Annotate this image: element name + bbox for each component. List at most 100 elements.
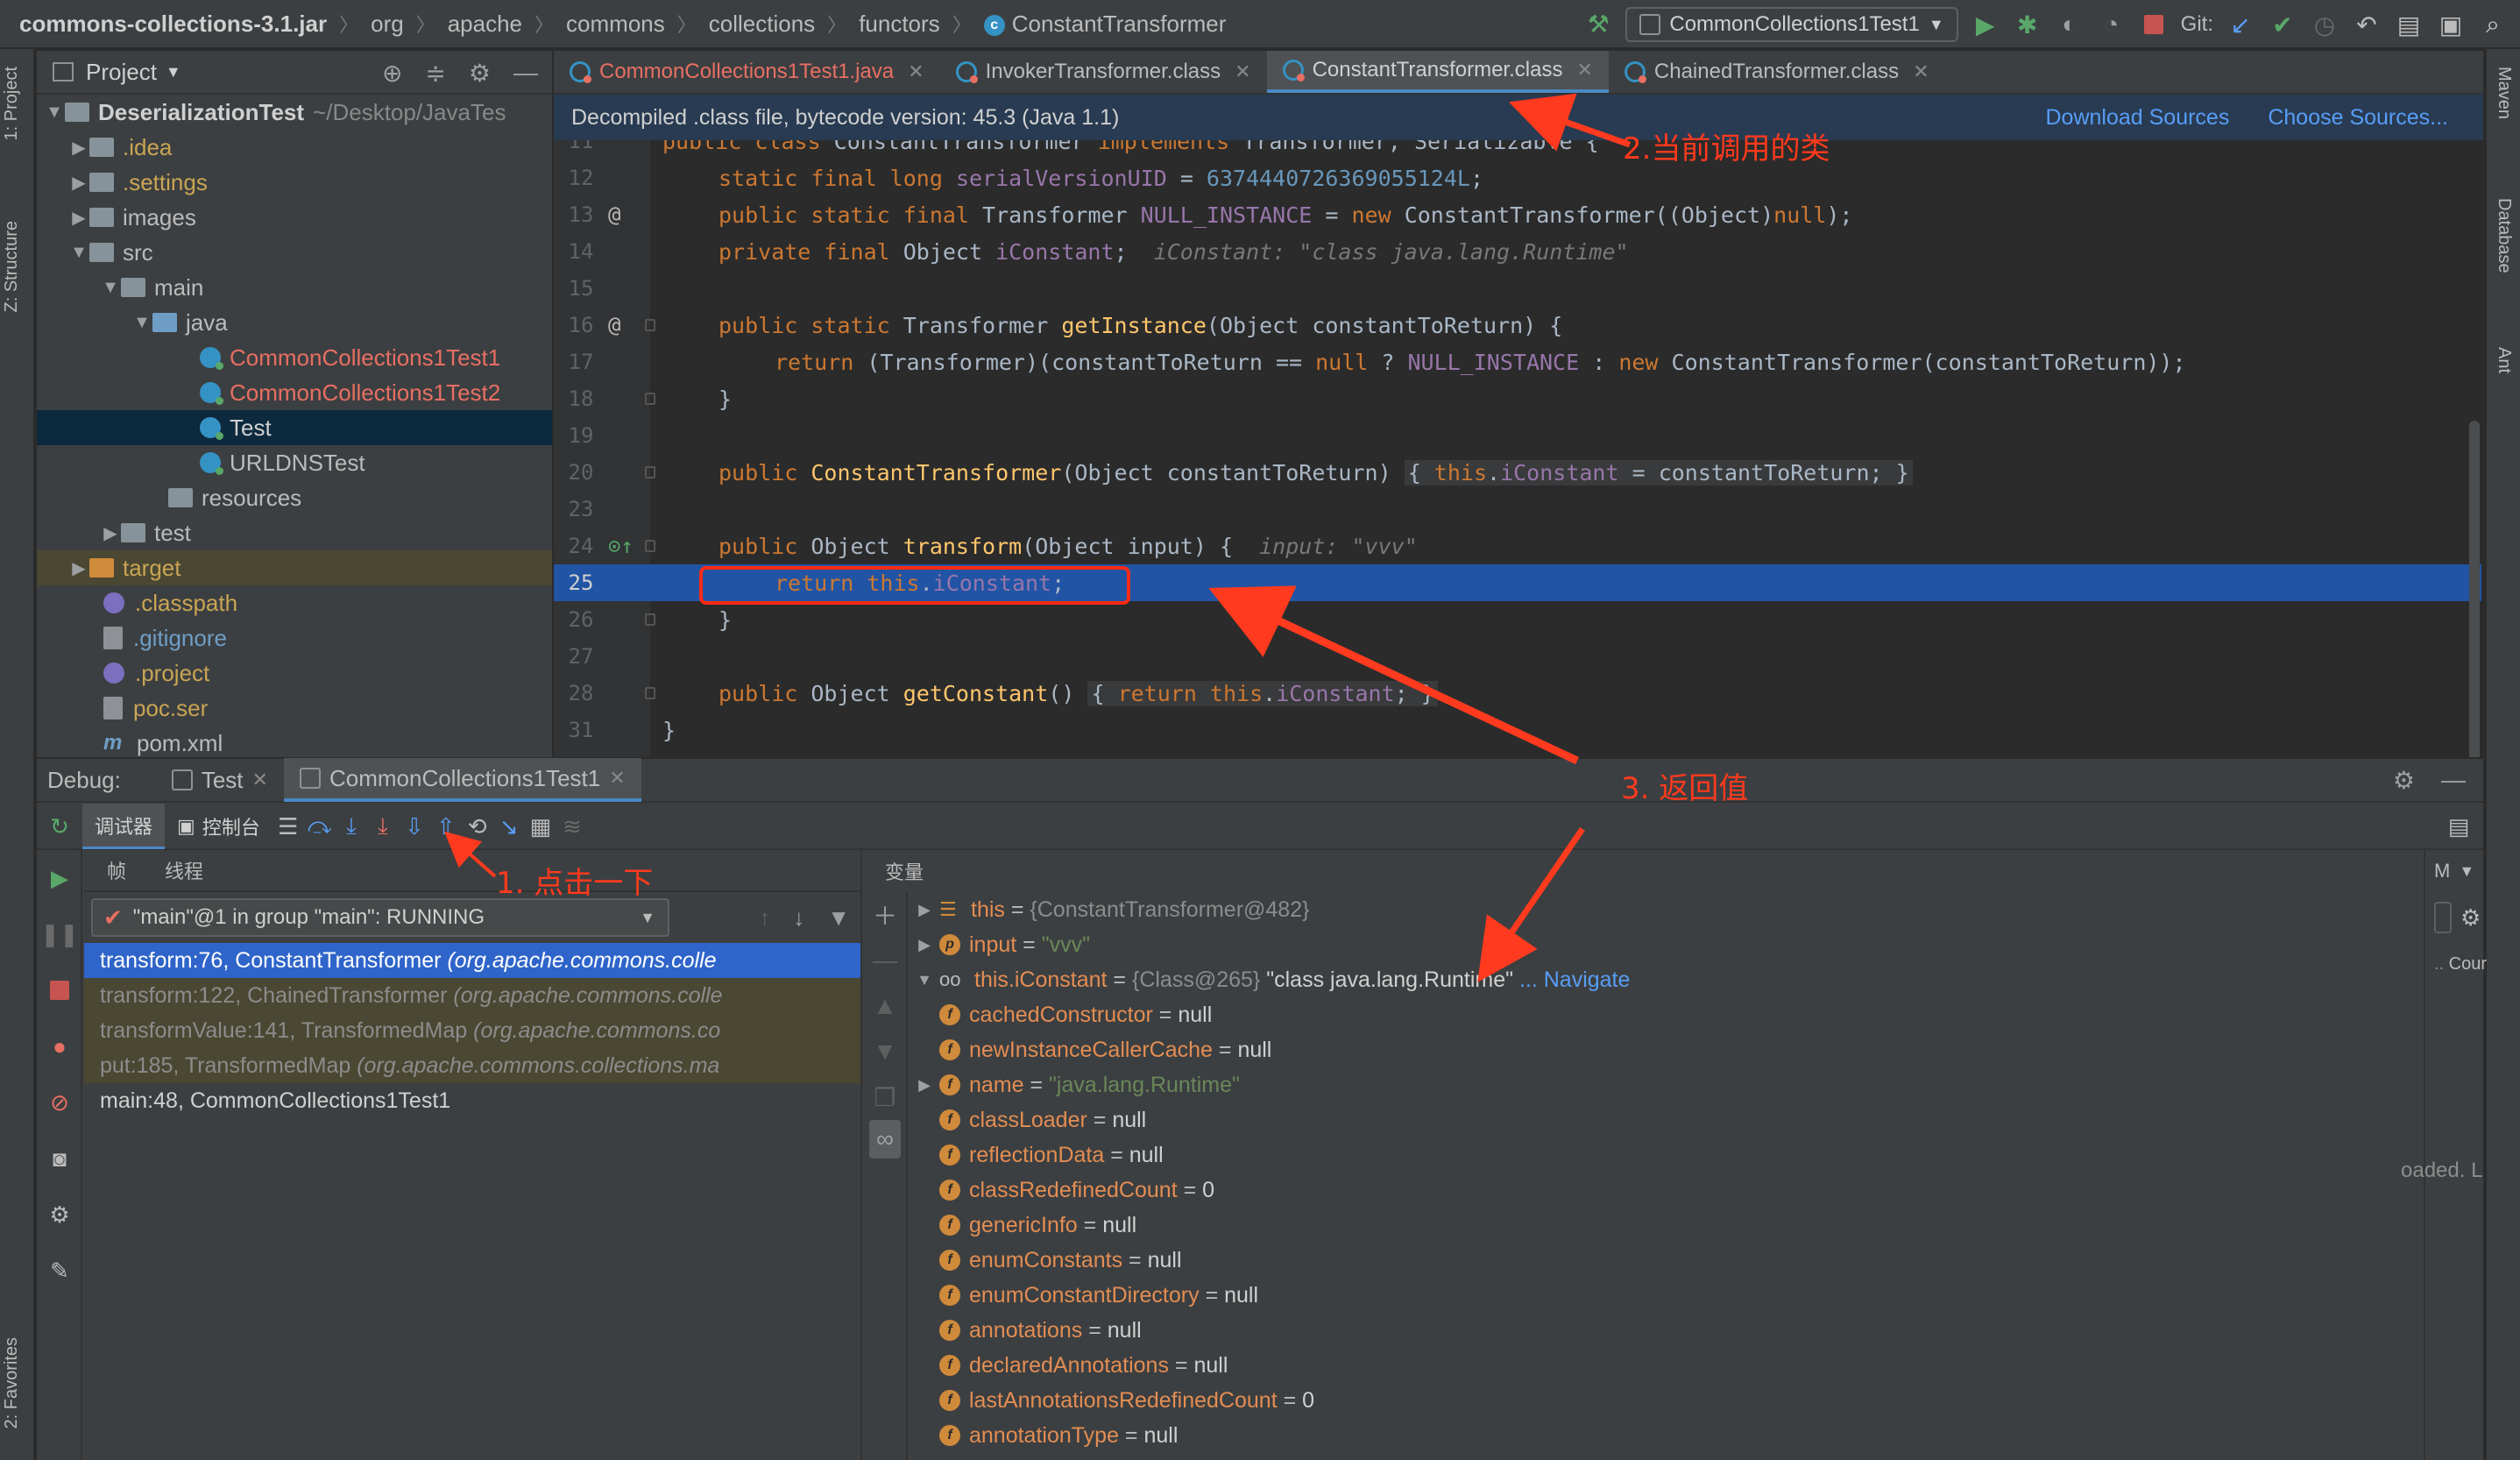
collapsed-arrow-icon[interactable]: ▶ — [910, 1076, 939, 1095]
evaluate-expression-icon[interactable]: ▦ — [525, 811, 556, 842]
terminal-icon[interactable]: ▣ — [2436, 10, 2466, 39]
expanded-arrow-icon[interactable]: ▼ — [910, 971, 939, 989]
stop-icon[interactable] — [2139, 10, 2169, 39]
tree-item-gitignore[interactable]: .gitignore — [37, 620, 552, 656]
variable-row[interactable]: f lastAnnotationsRedefinedCount = 0 — [910, 1383, 2399, 1418]
tree-item-src[interactable]: ▼ src — [37, 235, 552, 270]
move-up-icon[interactable]: ▲ — [864, 983, 906, 1029]
variable-row[interactable]: ▼ oo this.iConstant = {Class@265} "class… — [910, 962, 2399, 997]
variable-row[interactable]: f genericInfo = null — [910, 1208, 2399, 1243]
mute-breakpoints-icon[interactable]: ⊘ — [37, 1074, 82, 1130]
step-over-icon[interactable]: ⤓ — [336, 811, 367, 842]
show-execution-point-icon[interactable]: ⤼ — [304, 811, 336, 842]
fold-icon[interactable] — [645, 319, 655, 331]
collapsed-arrow-icon[interactable]: ▶ — [68, 137, 89, 159]
run-icon[interactable]: ▶ — [1971, 10, 2000, 39]
expanded-arrow-icon[interactable]: ▼ — [68, 243, 89, 263]
tab-threads[interactable]: 线程 — [165, 856, 203, 884]
close-icon[interactable]: ✕ — [1576, 59, 1592, 82]
debug-tab-cc1test1[interactable]: CommonCollections1Test1 ✕ — [283, 758, 641, 802]
tree-item-images[interactable]: ▶ images — [37, 200, 552, 235]
git-commit-icon[interactable]: ✔ — [2268, 10, 2297, 39]
gear-icon[interactable]: ⚙ — [2393, 766, 2415, 795]
code-line[interactable]: 18 } — [554, 380, 2481, 417]
code-line[interactable]: 24 ⊙↑ public Object transform(Object inp… — [554, 528, 2481, 564]
breadcrumb-jar[interactable]: commons-collections-3.1.jar — [19, 11, 339, 38]
locate-file-icon[interactable]: ⊕ — [382, 59, 402, 88]
tree-item-pocser[interactable]: poc.ser — [37, 691, 552, 726]
remove-watch-icon[interactable]: — — [864, 938, 906, 983]
close-icon[interactable]: ✕ — [609, 767, 625, 790]
arrow-up-icon[interactable]: ↑ — [759, 904, 770, 932]
profile-icon[interactable]: ◔ — [2097, 10, 2127, 39]
fold-icon[interactable] — [645, 393, 655, 405]
database-tool-tab[interactable]: Database — [2494, 198, 2514, 273]
close-icon[interactable]: ✕ — [908, 60, 924, 83]
debug-bug-icon[interactable]: ✱ — [2013, 10, 2042, 39]
run-configuration-select[interactable]: CommonCollections1Test1 ▼ — [1625, 7, 1958, 42]
pin-icon[interactable]: ✎ — [37, 1243, 82, 1299]
menu-icon[interactable]: ☰ — [273, 811, 304, 842]
frame-row[interactable]: main:48, CommonCollections1Test1 — [84, 1083, 860, 1118]
download-sources-link[interactable]: Download Sources — [2045, 105, 2229, 131]
variable-row[interactable]: f newInstanceCallerCache = null — [910, 1032, 2399, 1067]
arrow-down-icon[interactable]: ↓ — [793, 904, 804, 932]
code-line[interactable]: 16 @ public static Transformer getInstan… — [554, 307, 2481, 344]
watches-glasses-icon[interactable]: ∞ — [869, 1120, 901, 1159]
structure-tool-tab[interactable]: Z: Structure — [2, 221, 22, 312]
code-line[interactable]: 12 static final long serialVersionUID = … — [554, 159, 2481, 196]
code-line[interactable]: 11 public class ConstantTransformer impl… — [554, 140, 2481, 159]
add-watch-icon[interactable]: ＋ — [864, 892, 906, 938]
frame-row[interactable]: transformValue:141, TransformedMap (org.… — [84, 1013, 860, 1048]
gear-icon[interactable]: ⚙ — [2460, 904, 2481, 932]
filter-icon[interactable]: ▼ — [827, 904, 850, 932]
breadcrumb-apache[interactable]: apache — [435, 11, 534, 38]
implements-marker-icon[interactable]: ⊙↑ — [608, 534, 634, 558]
variable-row[interactable]: f enumConstants = null — [910, 1243, 2399, 1278]
fold-icon[interactable] — [645, 540, 655, 552]
tree-item-target[interactable]: ▶ target — [37, 550, 552, 585]
tree-item-cc1test2[interactable]: CommonCollections1Test2 — [37, 375, 552, 410]
tab-frames[interactable]: 帧 — [107, 856, 126, 884]
code-line[interactable]: 31 } — [554, 712, 2481, 748]
tab-invoker-transformer[interactable]: InvokerTransformer.class ✕ — [940, 51, 1267, 93]
variable-row[interactable]: f reflectionData = null — [910, 1138, 2399, 1173]
breadcrumb-org[interactable]: org — [358, 11, 416, 38]
chevron-down-icon[interactable]: ▼ — [166, 63, 181, 82]
tab-constant-transformer[interactable]: ConstantTransformer.class ✕ — [1266, 51, 1609, 93]
variable-row[interactable]: ▶ ☰ this = {ConstantTransformer@482} — [910, 892, 2399, 927]
code-line[interactable]: 26 } — [554, 601, 2481, 638]
navigate-link[interactable]: ... Navigate — [1519, 967, 1630, 993]
tree-item-java[interactable]: ▼ java — [37, 305, 552, 340]
variable-row[interactable]: ▶ f name = "java.lang.Runtime" — [910, 1067, 2399, 1102]
variable-row[interactable]: f classLoader = null — [910, 1102, 2399, 1138]
expanded-arrow-icon[interactable]: ▼ — [100, 278, 121, 298]
collapsed-arrow-icon[interactable]: ▶ — [100, 522, 121, 544]
code-line[interactable]: 13 @ public static final Transformer NUL… — [554, 196, 2481, 233]
project-structure-icon[interactable]: ▤ — [2394, 10, 2424, 39]
memory-search-field[interactable] — [2434, 902, 2452, 933]
run-to-cursor-icon[interactable]: ↘ — [493, 811, 525, 842]
step-into-icon[interactable]: ⤓ — [367, 811, 399, 842]
breadcrumb-class[interactable]: c ConstantTransformer — [972, 11, 1239, 38]
build-hammer-icon[interactable]: ⚒ — [1583, 10, 1613, 39]
code-line[interactable]: 28 public Object getConstant() { return … — [554, 675, 2481, 712]
copy-icon[interactable]: ❐ — [864, 1074, 906, 1120]
favorites-tool-tab[interactable]: 2: Favorites — [2, 1337, 22, 1428]
variable-row[interactable]: ▶ p input = "vvv" — [910, 927, 2399, 962]
coverage-icon[interactable]: ◐ — [2055, 10, 2085, 39]
gear-icon[interactable]: ⚙ — [37, 1187, 82, 1243]
close-icon[interactable]: ✕ — [1235, 60, 1250, 83]
tab-console[interactable]: ▣ 控制台 — [165, 804, 273, 849]
variable-row[interactable]: f enumConstantDirectory = null — [910, 1278, 2399, 1313]
git-update-icon[interactable]: ↙ — [2226, 10, 2255, 39]
collapsed-arrow-icon[interactable]: ▶ — [68, 172, 89, 194]
pause-icon[interactable]: ❚❚ — [37, 906, 82, 962]
expanded-arrow-icon[interactable]: ▼ — [44, 103, 65, 123]
fold-icon[interactable] — [645, 687, 655, 699]
move-down-icon[interactable]: ▼ — [864, 1029, 906, 1074]
variable-row[interactable]: f classRedefinedCount = 0 — [910, 1173, 2399, 1208]
tree-item-test-class[interactable]: Test — [37, 410, 552, 445]
thread-select[interactable]: ✔ "main"@1 in group "main": RUNNING ▼ — [91, 898, 669, 937]
code-area[interactable]: 11 public class ConstantTransformer impl… — [554, 140, 2483, 757]
